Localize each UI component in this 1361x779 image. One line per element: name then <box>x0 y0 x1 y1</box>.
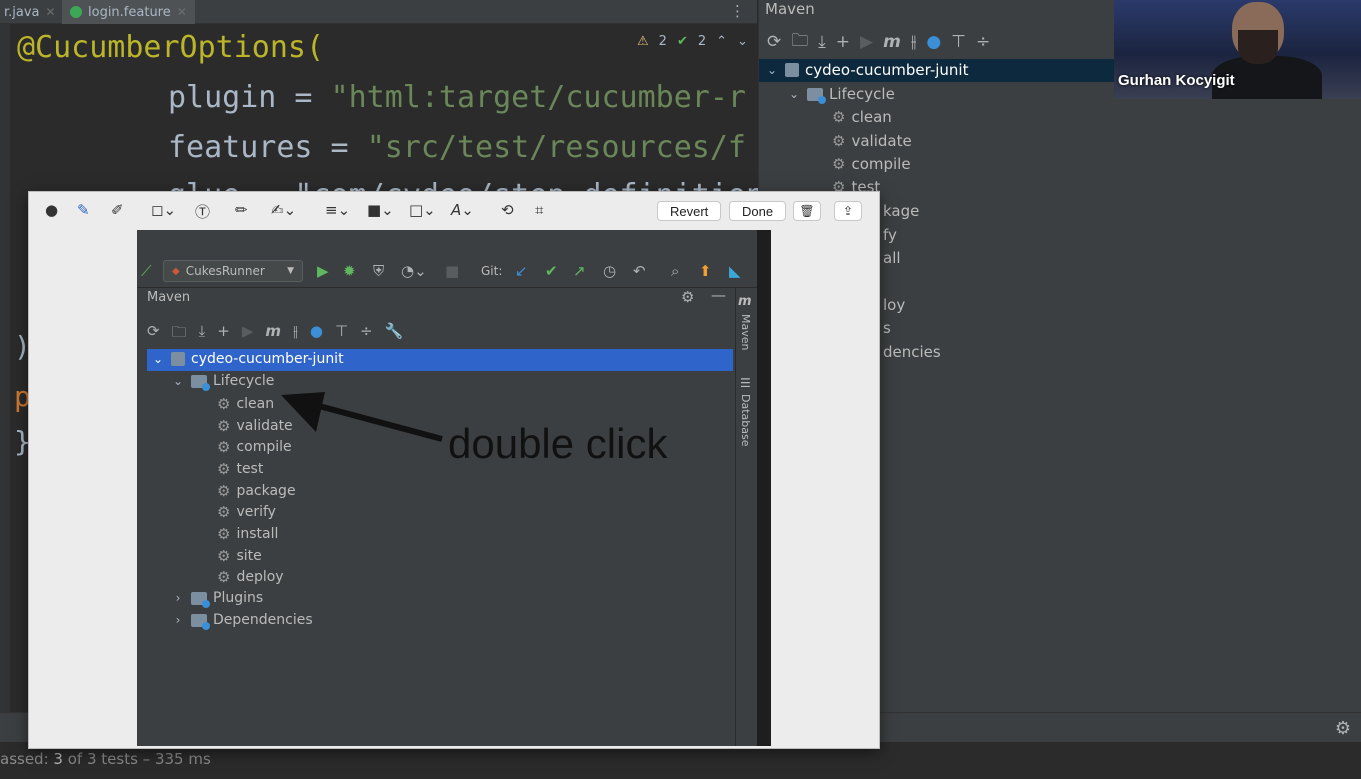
maven-goal-icon[interactable]: m <box>883 32 901 52</box>
goal-label: fy <box>883 226 897 244</box>
goal-label: all <box>883 249 901 267</box>
reload-icon[interactable]: ⟳ <box>767 32 781 52</box>
gear-icon: ⚙ <box>832 132 846 150</box>
gear-icon: ⚙ <box>832 155 846 173</box>
webcam-video: Gurhan Kocyigit <box>1114 0 1361 99</box>
markup-window: ● ✎ ✐ ◻⌄ Ⓣ ✏ ✍⌄ ≡⌄ ■⌄ □⌄ A⌄ ⟲ ⌗ Revert D… <box>28 191 880 749</box>
add-folder-icon[interactable]: 🗀 <box>791 28 808 57</box>
close-icon[interactable]: ✕ <box>46 5 56 19</box>
goal-label: compile <box>851 155 911 173</box>
gear-icon[interactable]: ⚙ <box>1335 718 1351 739</box>
inspection-widget[interactable]: ⚠ 2 ✔ 2 ⌃ ⌄ <box>637 34 748 49</box>
tab-label: r.java <box>4 4 40 20</box>
check-icon: ✔ <box>676 34 688 49</box>
tab-java-file[interactable]: r.java ✕ <box>0 0 64 24</box>
tree-goal-partial[interactable]: kage <box>883 202 919 220</box>
tree-lifecycle[interactable]: ⌄ Lifecycle <box>787 85 895 104</box>
tree-goal[interactable]: ⚙ clean <box>832 108 892 126</box>
more-icon[interactable]: ⋮ <box>730 2 745 20</box>
tab-label: login.feature <box>88 4 171 20</box>
maven-toolbar: ⟳ 🗀 ⤓ + ▶ m ⫲ ● ⊤ ÷ <box>759 28 990 56</box>
chevron-down-icon[interactable]: ⌄ <box>787 87 801 101</box>
person-beard <box>1238 30 1278 64</box>
editor-gutter <box>0 24 10 712</box>
goal-label: loy <box>883 296 906 314</box>
warning-icon: ⚠ <box>637 34 649 49</box>
show-dependencies-icon[interactable]: ⊤ <box>951 32 966 52</box>
tree-goal[interactable]: ⚙ compile <box>832 155 911 173</box>
code-line-2: plugin = "html:target/cucumber-r <box>168 80 746 115</box>
lifecycle-folder-icon <box>807 87 826 104</box>
tree-dependencies-partial[interactable]: dencies <box>883 343 941 361</box>
arrow-annotation[interactable] <box>29 192 881 750</box>
code-line-3: features = "src/test/resources/f <box>168 130 746 165</box>
chevron-down-icon[interactable]: ⌄ <box>765 63 779 77</box>
collapse-all-icon[interactable]: ÷ <box>976 32 990 52</box>
weak-warning-count: 2 <box>697 34 707 49</box>
arrow-head <box>281 392 325 432</box>
tab-login-feature[interactable]: login.feature ✕ <box>62 0 195 24</box>
lifecycle-label: Lifecycle <box>829 85 895 103</box>
tree-goal[interactable]: ⚙ validate <box>832 132 912 150</box>
close-icon[interactable]: ✕ <box>177 5 187 19</box>
plus-icon[interactable]: + <box>836 32 850 52</box>
skip-tests-icon[interactable]: ● <box>926 32 941 52</box>
chevron-up-icon[interactable]: ⌃ <box>716 34 727 49</box>
tree-project[interactable]: ⌄ cydeo-cucumber-junit <box>765 61 969 79</box>
run-icon[interactable]: ▶ <box>860 32 873 52</box>
annotation-text[interactable]: double click <box>448 420 667 468</box>
chevron-down-icon[interactable]: ⌄ <box>737 34 748 49</box>
gear-icon: ⚙ <box>832 108 846 126</box>
cucumber-icon <box>70 6 82 18</box>
screen: r.java ✕ login.feature ✕ ⋮ @CucumberOpti… <box>0 0 1361 779</box>
passed-label: assed: <box>0 750 49 768</box>
goal-label: validate <box>851 132 912 150</box>
project-label: cydeo-cucumber-junit <box>805 61 969 79</box>
tree-goal-partial[interactable]: fy <box>883 226 897 244</box>
goal-label: kage <box>883 202 920 220</box>
toggle-offline-icon[interactable]: ⫲ <box>911 32 917 52</box>
editor-tabbar: r.java ✕ login.feature ✕ ⋮ <box>0 0 757 24</box>
goal-label: s <box>883 319 891 337</box>
goal-label: clean <box>851 108 892 126</box>
dependencies-label: dencies <box>883 343 941 361</box>
tree-goal-partial[interactable]: s <box>883 319 891 337</box>
tree-goal-partial[interactable]: loy <box>883 296 905 314</box>
tests-summary: of 3 tests – 335 ms <box>67 750 211 768</box>
tree-goal-partial[interactable]: all <box>883 249 901 267</box>
project-icon <box>785 63 799 77</box>
arrow-shaft <box>318 403 443 442</box>
warning-count: 2 <box>658 34 667 49</box>
download-icon[interactable]: ⤓ <box>818 32 826 52</box>
maven-title: Maven <box>765 0 815 18</box>
code-line-1: @CucumberOptions( <box>17 30 325 65</box>
participant-name: Gurhan Kocyigit <box>1118 72 1235 89</box>
test-status: assed: 3 of 3 tests – 335 ms <box>0 750 211 768</box>
passed-count: 3 <box>53 750 63 768</box>
